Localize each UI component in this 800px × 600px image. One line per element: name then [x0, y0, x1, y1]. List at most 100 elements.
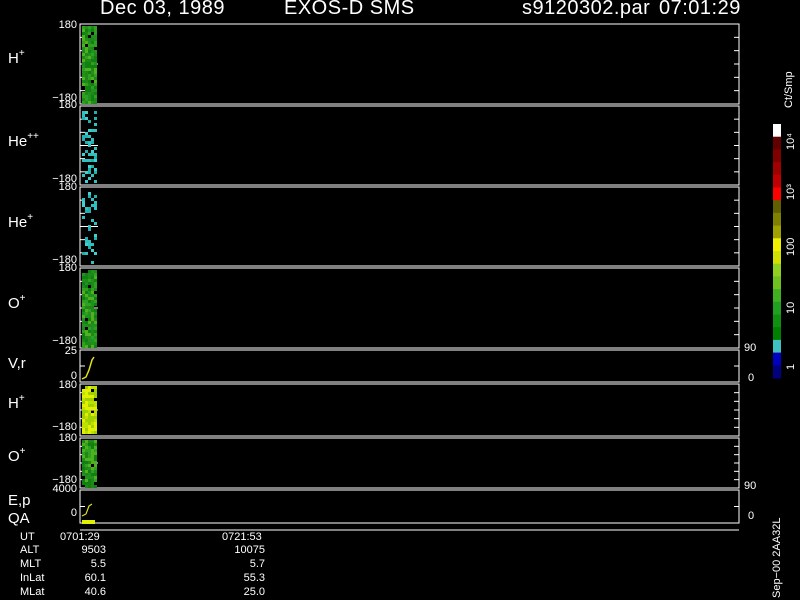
data-cell: [82, 413, 85, 416]
data-cell: [91, 419, 94, 422]
data-cell: [91, 71, 94, 74]
data-cell: [85, 53, 88, 56]
data-cell: [91, 219, 94, 222]
data-cell: [85, 482, 88, 485]
data-cell: [85, 440, 88, 443]
data-cell: [88, 443, 91, 446]
data-cell: [88, 404, 91, 407]
data-cell: [85, 50, 88, 53]
colorbar-segment: [773, 162, 781, 176]
data-cell: [94, 395, 97, 398]
data-cell: [91, 282, 94, 285]
data-cell: [91, 473, 94, 476]
data-cell: [85, 26, 88, 29]
data-cell: [82, 201, 85, 204]
data-cell: [82, 470, 85, 473]
data-cell: [91, 86, 94, 89]
data-cell: [88, 410, 91, 413]
data-cell: [85, 407, 88, 410]
data-cell: [82, 288, 85, 291]
data-cell: [82, 74, 85, 77]
data-cell: [82, 38, 85, 41]
data-cell: [88, 270, 91, 273]
data-cell: [91, 153, 94, 156]
data-cell: [85, 309, 88, 312]
panel-label-qa: QA: [8, 510, 30, 527]
data-cell: [94, 29, 97, 32]
data-cell: [91, 324, 94, 327]
panel-label-ep: E,p: [8, 492, 31, 509]
data-cell: [82, 92, 85, 95]
data-cell: [91, 339, 94, 342]
footer-label-mlat: MLat: [20, 586, 45, 598]
data-cell: [88, 50, 91, 53]
data-cell: [91, 285, 94, 288]
data-cell: [88, 225, 91, 228]
data-cell: [85, 135, 88, 138]
data-cell: [88, 47, 91, 50]
data-cell: [85, 65, 88, 68]
data-cell: [94, 56, 97, 59]
data-cell: [85, 455, 88, 458]
data-cell: [91, 35, 94, 38]
data-cell: [88, 479, 91, 482]
data-cell: [82, 282, 85, 285]
data-cell: [94, 98, 97, 101]
data-cell: [82, 135, 85, 138]
data-cell: [82, 65, 85, 68]
data-cell: [82, 407, 85, 410]
footer-ut-1: 0701:29: [60, 531, 100, 543]
data-cell: [82, 101, 85, 104]
data-cell: [91, 470, 94, 473]
data-cell: [91, 204, 94, 207]
data-cell: [85, 92, 88, 95]
data-cell: [82, 428, 85, 431]
data-cell: [82, 443, 85, 446]
data-cell: [85, 74, 88, 77]
panel-frame: [79, 105, 740, 186]
data-cell: [91, 398, 94, 401]
data-cell: [91, 150, 94, 153]
data-cell: [82, 204, 85, 207]
data-cell: [88, 276, 91, 279]
data-cell: [94, 485, 97, 488]
data-cell: [88, 306, 91, 309]
data-cell: [91, 458, 94, 461]
data-cell: [82, 422, 85, 425]
data-cell: [91, 165, 94, 168]
data-cell: [82, 431, 85, 434]
data-cell: [85, 300, 88, 303]
colorbar-tick-100: 100: [785, 237, 797, 256]
data-cell: [85, 479, 88, 482]
data-cell: [85, 315, 88, 318]
data-cell: [94, 473, 97, 476]
data-cell: [88, 210, 91, 213]
data-cell: [91, 300, 94, 303]
data-cell: [94, 168, 97, 171]
data-cell: [91, 273, 94, 276]
data-cell: [91, 404, 94, 407]
data-cell: [88, 29, 91, 32]
data-cell: [82, 297, 85, 300]
data-cell: [82, 56, 85, 59]
data-cell: [82, 467, 85, 470]
data-cell: [94, 44, 97, 47]
data-cell: [82, 392, 85, 395]
data-cell: [85, 443, 88, 446]
footer-mlt-2: 5.7: [249, 558, 265, 570]
data-cell: [82, 398, 85, 401]
data-cell: [94, 285, 97, 288]
data-cell: [85, 333, 88, 336]
data-cell: [88, 455, 91, 458]
data-cell: [82, 330, 85, 333]
data-cell: [85, 240, 88, 243]
data-cell: [94, 195, 97, 198]
data-cell: [91, 449, 94, 452]
data-cell: [88, 386, 91, 389]
data-cell: [94, 389, 97, 392]
data-cell: [94, 270, 97, 273]
data-cell: [85, 395, 88, 398]
data-cell: [88, 470, 91, 473]
data-cell: [88, 120, 91, 123]
data-cell: [85, 276, 88, 279]
